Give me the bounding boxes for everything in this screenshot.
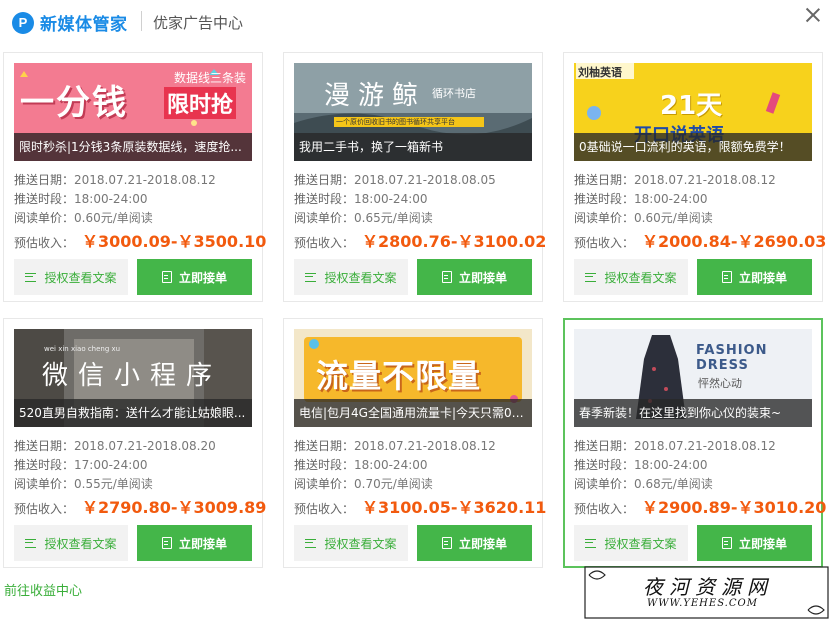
ad-banner-image[interactable]: 漫游鲸 循环书店 一个原价回收旧书的图书循环共享平台 我用二手书，换了一箱新书	[294, 63, 532, 161]
view-copy-button[interactable]: 授权查看文案	[294, 259, 408, 295]
push-time-row: 推送时段：18:00-24:00	[574, 458, 708, 472]
banner-sub-text: wei xin xiao cheng xu	[44, 345, 121, 353]
logo: P 新媒体管家	[12, 10, 128, 35]
logo-text: 新媒体管家	[40, 15, 128, 35]
accept-order-button[interactable]: 立即接单	[417, 525, 532, 561]
estimated-income-row: 预估收入： ￥2790.80-￥3009.89	[14, 494, 266, 518]
ad-banner-image[interactable]: 流量不限量 电信|包月4G全国通用流量卡|今天只需0.01	[294, 329, 532, 427]
income-amount: ￥3100.05-￥3620.11	[362, 498, 547, 517]
banner-main-text: 漫游鲸	[324, 81, 427, 111]
push-date-row: 推送日期：2018.07.21-2018.08.20	[14, 439, 216, 453]
revenue-center-link[interactable]: 前往收益中心	[4, 580, 82, 599]
ad-card: 一分钱 数据线三条装 限时抢 限时秒杀|1分钱3条原装数据线，速度抢... 推送…	[3, 52, 266, 302]
watermark-url: WWW.YEHES.COM	[647, 598, 758, 609]
push-time-row: 推送时段：18:00-24:00	[14, 192, 148, 206]
banner-tag-text: 怦然心动	[698, 377, 742, 390]
banner-sub-text: 刘柚英语	[578, 66, 622, 79]
list-icon	[305, 272, 317, 282]
ad-card: 漫游鲸 循环书店 一个原价回收旧书的图书循环共享平台 我用二手书，换了一箱新书 …	[283, 52, 546, 302]
accept-order-button[interactable]: 立即接单	[697, 525, 812, 561]
banner-sub-text: DRESS	[696, 358, 749, 373]
banner-main-text: 流量不限量	[316, 357, 482, 395]
banner-tag-text: 限时抢	[164, 87, 237, 119]
view-copy-button[interactable]: 授权查看文案	[294, 525, 408, 561]
ad-card: wei xin xiao cheng xu 微信小程序 520直男自救指南：送什…	[3, 318, 266, 568]
document-icon	[161, 537, 172, 549]
unit-price-row: 阅读单价：0.70元/单阅读	[294, 477, 433, 491]
banner-sub-text: 数据线三条装	[174, 71, 247, 85]
accept-order-button[interactable]: 立即接单	[417, 259, 532, 295]
push-date-row: 推送日期：2018.07.21-2018.08.12	[14, 173, 216, 187]
banner-main-text: 一分钱	[20, 83, 128, 123]
unit-price-row: 阅读单价：0.60元/单阅读	[574, 211, 713, 225]
push-time-row: 推送时段：18:00-24:00	[294, 458, 428, 472]
list-icon	[585, 538, 597, 548]
watermark-title: 夜河资源网	[643, 575, 773, 599]
ad-card: 流量不限量 电信|包月4G全国通用流量卡|今天只需0.01 推送日期：2018.…	[283, 318, 546, 568]
income-amount: ￥2800.76-￥3100.02	[362, 232, 547, 251]
document-icon	[441, 537, 452, 549]
banner-main-text: FASHION	[696, 343, 768, 358]
estimated-income-row: 预估收入： ￥2800.76-￥3100.02	[294, 228, 546, 252]
unit-price-row: 阅读单价：0.65元/单阅读	[294, 211, 433, 225]
list-icon	[25, 272, 37, 282]
accept-order-button[interactable]: 立即接单	[137, 259, 252, 295]
income-amount: ￥3000.09-￥3500.10	[82, 232, 267, 251]
push-time-row: 推送时段：18:00-24:00	[574, 192, 708, 206]
ad-card: 刘柚英语 21天 开口说英语 0基础说一口流利的英语，限额免费学！ 推送日期：2…	[563, 52, 826, 302]
push-time-row: 推送时段：17:00-24:00	[14, 458, 148, 472]
document-icon	[441, 271, 452, 283]
ad-caption: 春季新装！在这里找到你心仪的装束~	[574, 399, 812, 427]
view-copy-button[interactable]: 授权查看文案	[14, 259, 128, 295]
accept-order-button[interactable]: 立即接单	[137, 525, 252, 561]
list-icon	[305, 538, 317, 548]
document-icon	[721, 537, 732, 549]
header-divider	[141, 11, 142, 31]
banner-main-text: 21天	[660, 91, 723, 121]
list-icon	[585, 272, 597, 282]
accept-order-button[interactable]: 立即接单	[697, 259, 812, 295]
ad-caption: 0基础说一口流利的英语，限额免费学！	[574, 133, 812, 161]
income-amount: ￥2900.89-￥3010.20	[642, 498, 827, 517]
ad-caption: 520直男自救指南：送什么才能让姑娘眼...	[14, 399, 252, 427]
banner-sub-text: 循环书店	[432, 87, 476, 100]
estimated-income-row: 预估收入： ￥2900.89-￥3010.20	[574, 494, 826, 518]
estimated-income-row: 预估收入： ￥3100.05-￥3620.11	[294, 494, 546, 518]
push-date-row: 推送日期：2018.07.21-2018.08.12	[574, 173, 776, 187]
unit-price-row: 阅读单价：0.68元/单阅读	[574, 477, 713, 491]
push-date-row: 推送日期：2018.07.21-2018.08.12	[294, 439, 496, 453]
view-copy-button[interactable]: 授权查看文案	[14, 525, 128, 561]
push-date-row: 推送日期：2018.07.21-2018.08.05	[294, 173, 496, 187]
ad-caption: 我用二手书，换了一箱新书	[294, 133, 532, 161]
ad-caption: 限时秒杀|1分钱3条原装数据线，速度抢...	[14, 133, 252, 161]
ad-banner-image[interactable]: 刘柚英语 21天 开口说英语 0基础说一口流利的英语，限额免费学！	[574, 63, 812, 161]
ad-banner-image[interactable]: 一分钱 数据线三条装 限时抢 限时秒杀|1分钱3条原装数据线，速度抢...	[14, 63, 252, 161]
banner-tag-text: 一个原价回收旧书的图书循环共享平台	[336, 118, 455, 126]
ad-caption: 电信|包月4G全国通用流量卡|今天只需0.01	[294, 399, 532, 427]
income-amount: ￥2790.80-￥3009.89	[82, 498, 267, 517]
view-copy-button[interactable]: 授权查看文案	[574, 259, 688, 295]
close-icon[interactable]	[802, 4, 824, 26]
ad-card-selected: FASHION DRESS 怦然心动 春季新装！在这里找到你心仪的装束~ 推送日…	[563, 318, 826, 568]
push-date-row: 推送日期：2018.07.21-2018.08.12	[574, 439, 776, 453]
view-copy-button[interactable]: 授权查看文案	[574, 525, 688, 561]
estimated-income-row: 预估收入： ￥2000.84-￥2690.03	[574, 228, 826, 252]
ad-banner-image[interactable]: FASHION DRESS 怦然心动 春季新装！在这里找到你心仪的装束~	[574, 329, 812, 427]
ad-banner-image[interactable]: wei xin xiao cheng xu 微信小程序 520直男自救指南：送什…	[14, 329, 252, 427]
page-title: 优家广告中心	[153, 14, 244, 32]
push-time-row: 推送时段：18:00-24:00	[294, 192, 428, 206]
document-icon	[161, 271, 172, 283]
list-icon	[25, 538, 37, 548]
estimated-income-row: 预估收入： ￥3000.09-￥3500.10	[14, 228, 266, 252]
header: P 新媒体管家 优家广告中心	[0, 0, 832, 44]
unit-price-row: 阅读单价：0.55元/单阅读	[14, 477, 153, 491]
unit-price-row: 阅读单价：0.60元/单阅读	[14, 211, 153, 225]
document-icon	[721, 271, 732, 283]
watermark: 夜河资源网 WWW.YEHES.COM	[583, 565, 830, 620]
banner-main-text: 微信小程序	[42, 361, 223, 391]
income-amount: ￥2000.84-￥2690.03	[642, 232, 827, 251]
logo-badge-icon: P	[12, 11, 34, 34]
